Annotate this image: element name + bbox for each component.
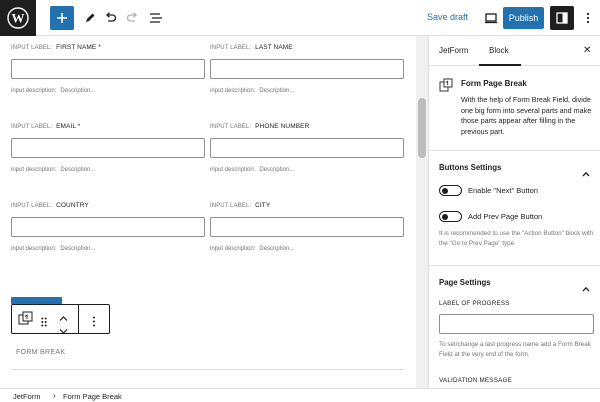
field-desc-prefix: input description: (11, 167, 57, 173)
field-label[interactable]: FIRST NAME * (56, 44, 101, 51)
field-phone-number[interactable]: INPUT LABEL: PHONE NUMBER input descripti… (210, 123, 404, 173)
breadcrumb-item-jetform[interactable]: JetForm (13, 392, 41, 401)
buttons-help-text: It is recommended to use the "Action But… (439, 230, 594, 247)
field-last-name[interactable]: INPUT LABEL: LAST NAME input description:… (210, 44, 404, 94)
field-label[interactable]: PHONE NUMBER (255, 123, 309, 130)
toolbar-divider (78, 305, 79, 333)
field-desc-prefix: input description: (210, 88, 256, 94)
field-description[interactable]: Description... (60, 167, 95, 173)
options-button[interactable] (576, 6, 600, 30)
svg-text:W: W (12, 11, 25, 26)
preview-button[interactable] (479, 6, 503, 30)
field-label-prefix: INPUT LABEL: (210, 203, 252, 209)
add-prev-page-label: Add Prev Page Button (468, 212, 543, 221)
pencil-icon (86, 13, 95, 22)
tab-block[interactable]: Block (489, 46, 509, 55)
field-label-prefix: INPUT LABEL: (210, 45, 252, 51)
field-label[interactable]: CITY (255, 202, 270, 209)
field-label[interactable]: LAST NAME (255, 44, 293, 51)
field-country[interactable]: INPUT LABEL: COUNTRY input description: De… (11, 202, 205, 252)
sidebar-icon (556, 12, 568, 24)
wordpress-logo-icon[interactable]: W (0, 0, 36, 36)
buttons-settings-header[interactable]: Buttons Settings (439, 163, 501, 172)
field-description[interactable]: Description... (259, 167, 294, 173)
progress-help-text: To set/change a last progress name add a… (439, 341, 591, 358)
sidebar-tabs: JetForm Block ✕ (429, 36, 600, 66)
field-label-prefix: INPUT LABEL: (210, 124, 252, 130)
canvas-scrollbar-thumb[interactable] (418, 98, 426, 158)
desktop-icon (485, 13, 497, 24)
panel-divider (429, 265, 600, 266)
redo-icon (126, 12, 137, 22)
field-description[interactable]: Description... (259, 88, 294, 94)
canvas-scrollbar[interactable] (416, 36, 428, 388)
label-of-progress-caption: LABEL OF PROGRESS (439, 300, 510, 307)
breadcrumb: JetForm › Form Page Break (0, 388, 600, 402)
next-button-preview[interactable] (11, 297, 62, 304)
undo-button[interactable] (98, 6, 122, 30)
close-icon[interactable]: ✕ (583, 45, 591, 56)
text-input[interactable] (11, 59, 205, 79)
form-break-block-icon[interactable] (18, 311, 33, 331)
text-input[interactable] (11, 138, 205, 158)
field-description[interactable]: Description... (259, 246, 294, 252)
more-options-icon[interactable] (92, 314, 96, 332)
redo-button[interactable] (120, 6, 144, 30)
field-desc-prefix: input description: (11, 246, 57, 252)
move-down-icon[interactable] (59, 322, 68, 340)
text-input[interactable] (210, 217, 404, 237)
form-break-label[interactable]: FORM BREAK (16, 349, 65, 356)
list-view-icon (150, 13, 162, 23)
field-desc-prefix: input description: (11, 88, 57, 94)
save-draft-button[interactable]: Save draft (427, 12, 468, 22)
drag-handle-icon[interactable] (41, 314, 47, 332)
field-label[interactable]: EMAIL * (56, 123, 80, 130)
panel-divider (429, 150, 600, 151)
chevron-up-icon[interactable] (582, 279, 590, 292)
block-toolbar (11, 304, 110, 334)
add-block-button[interactable] (50, 6, 74, 30)
block-description: With the help of Form Break Field, divid… (461, 95, 592, 136)
field-description[interactable]: Description... (60, 246, 95, 252)
label-of-progress-input[interactable] (439, 314, 594, 334)
block-title: Form Page Break (461, 79, 527, 88)
enable-next-label: Enable "Next" Button (468, 186, 538, 195)
field-label[interactable]: COUNTRY (56, 202, 89, 209)
field-label-prefix: INPUT LABEL: (11, 124, 53, 130)
text-input[interactable] (210, 59, 404, 79)
editor-toolbar: W Save draft Publish (0, 0, 600, 36)
enable-next-toggle[interactable] (439, 185, 462, 196)
document-overview-button[interactable] (144, 6, 168, 30)
more-vertical-icon (586, 12, 590, 24)
plus-icon (57, 13, 67, 23)
tab-jetform[interactable]: JetForm (439, 46, 468, 55)
editor-canvas: INPUT LABEL: FIRST NAME * input descripti… (0, 36, 416, 388)
chevron-up-icon[interactable] (582, 164, 590, 177)
text-input[interactable] (210, 138, 404, 158)
settings-sidebar: JetForm Block ✕ Form Page Break With the… (428, 36, 600, 388)
field-label-prefix: INPUT LABEL: (11, 45, 53, 51)
breadcrumb-item-current[interactable]: Form Page Break (63, 392, 122, 401)
form-page-break-icon (439, 78, 453, 92)
add-prev-page-toggle[interactable] (439, 211, 462, 222)
chevron-right-icon: › (53, 391, 56, 400)
active-tab-indicator (479, 64, 521, 66)
settings-button[interactable] (550, 6, 574, 30)
form-break-divider (11, 369, 404, 370)
field-city[interactable]: INPUT LABEL: CITY input description: Descr… (210, 202, 404, 252)
validation-message-caption: VALIDATION MESSAGE (439, 377, 512, 384)
field-label-prefix: INPUT LABEL: (11, 203, 53, 209)
text-input[interactable] (11, 217, 205, 237)
field-first-name[interactable]: INPUT LABEL: FIRST NAME * input descripti… (11, 44, 205, 94)
undo-icon (105, 12, 116, 22)
field-description[interactable]: Description... (60, 88, 95, 94)
field-desc-prefix: input description: (210, 167, 256, 173)
field-desc-prefix: input description: (210, 246, 256, 252)
field-email[interactable]: INPUT LABEL: EMAIL * input description: De… (11, 123, 205, 173)
page-settings-header[interactable]: Page Settings (439, 278, 491, 287)
publish-button[interactable]: Publish (503, 7, 544, 29)
